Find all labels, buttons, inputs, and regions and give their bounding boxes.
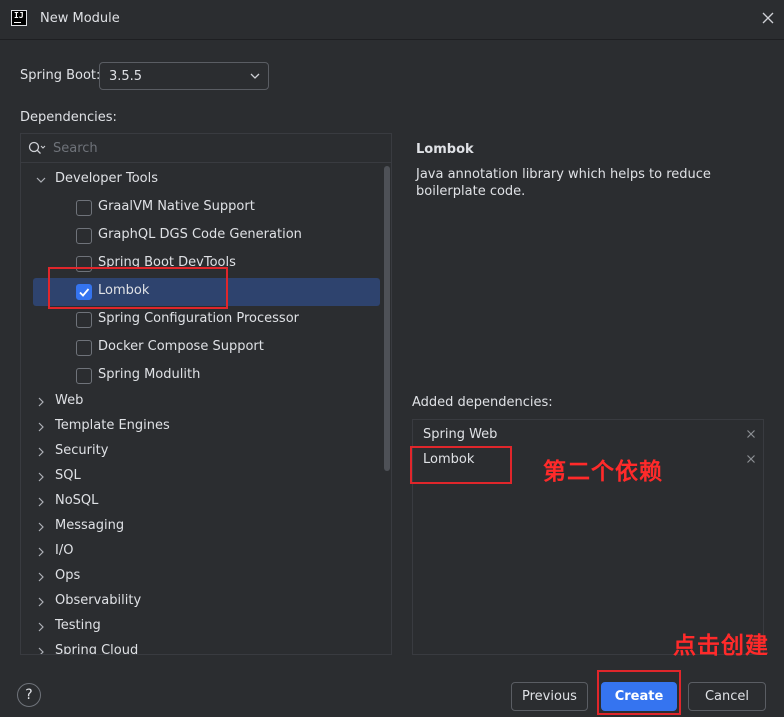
tree-group-label: Security [55,443,109,458]
tree-scrollbar[interactable] [383,164,391,604]
checkbox[interactable] [76,368,92,384]
dependencies-label: Dependencies: [20,110,117,125]
tree-group-label: Ops [55,568,81,583]
search-icon[interactable] [28,141,46,155]
spring-boot-version-value: 3.5.5 [109,69,143,84]
chevron-right-icon[interactable] [36,472,46,482]
tree-item-graalvm[interactable]: GraalVM Native Support [21,194,381,222]
highlight-box-added-lombok [410,446,512,484]
dependency-tree-panel: Developer Tools GraalVM Native Support G… [20,133,392,655]
dependency-description-title: Lombok [416,142,474,157]
tree-group-security[interactable]: Security [21,438,381,466]
remove-icon[interactable] [746,454,756,464]
tree-group-ops[interactable]: Ops [21,563,381,591]
help-button[interactable]: ? [17,683,41,707]
chevron-right-icon[interactable] [36,647,46,655]
scrollbar-thumb[interactable] [384,166,390,471]
tree-item-config-processor[interactable]: Spring Configuration Processor [21,306,381,334]
tree-group-label: Template Engines [55,418,170,433]
tree-group-sql[interactable]: SQL [21,463,381,491]
annotation-second-dependency: 第二个依赖 [543,459,663,485]
tree-group-messaging[interactable]: Messaging [21,513,381,541]
annotation-click-create: 点击创建 [673,633,769,659]
chevron-down-icon [250,73,260,79]
tree-group-label: Observability [55,593,142,608]
tree-item-modulith[interactable]: Spring Modulith [21,362,381,390]
tree-item-label: Docker Compose Support [98,339,264,354]
checkbox[interactable] [76,228,92,244]
tree-group-label: NoSQL [55,493,99,508]
tree-group-label: Testing [55,618,101,633]
spring-boot-version-select[interactable]: 3.5.5 [99,62,269,90]
chevron-right-icon[interactable] [36,547,46,557]
checkbox[interactable] [76,312,92,328]
chevron-right-icon[interactable] [36,447,46,457]
tree-item-label: Spring Configuration Processor [98,311,299,326]
tree-item-label: GraalVM Native Support [98,199,255,214]
tree-item-graphql-dgs[interactable]: GraphQL DGS Code Generation [21,222,381,250]
added-dependencies-label: Added dependencies: [412,395,553,410]
highlight-box-create [597,670,681,715]
chevron-right-icon[interactable] [36,572,46,582]
tree-group-spring-cloud[interactable]: Spring Cloud [21,638,381,655]
cancel-button[interactable]: Cancel [688,682,766,711]
dependency-description-text: Java annotation library which helps to r… [416,167,711,199]
tree-item-label: GraphQL DGS Code Generation [98,227,302,242]
tree-group-developer-tools[interactable]: Developer Tools [21,166,381,194]
remove-icon[interactable] [746,429,756,439]
chevron-right-icon[interactable] [36,622,46,632]
tree-group-label: SQL [55,468,81,483]
window-title: New Module [40,11,120,26]
search-bar [21,134,391,163]
chevron-right-icon[interactable] [36,397,46,407]
chevron-right-icon[interactable] [36,522,46,532]
chevron-right-icon[interactable] [36,497,46,507]
tree-group-testing[interactable]: Testing [21,613,381,641]
previous-button[interactable]: Previous [511,682,588,711]
added-dependency-item: Spring Web [423,427,498,442]
tree-group-web[interactable]: Web [21,388,381,416]
tree-group-io[interactable]: I/O [21,538,381,566]
search-input[interactable] [53,138,373,158]
tree-group-observability[interactable]: Observability [21,588,381,616]
chevron-right-icon[interactable] [36,597,46,607]
tree-group-label: Messaging [55,518,125,533]
spring-boot-label: Spring Boot: [20,68,101,83]
close-window-icon[interactable] [761,11,775,25]
chevron-right-icon[interactable] [36,422,46,432]
tree-group-label: Developer Tools [55,171,159,186]
highlight-box-lombok [48,267,228,309]
tree-group-label: Web [55,393,84,408]
tree-group-label: Spring Cloud [55,643,139,655]
intellij-logo-icon: IJ [11,10,27,26]
title-bar: IJ New Module [0,0,784,40]
tree-item-label: Spring Modulith [98,367,201,382]
checkbox[interactable] [76,200,92,216]
tree-group-label: I/O [55,543,74,558]
chevron-down-icon[interactable] [36,175,46,185]
tree-group-nosql[interactable]: NoSQL [21,488,381,516]
tree-item-docker-compose[interactable]: Docker Compose Support [21,334,381,362]
checkbox[interactable] [76,340,92,356]
tree-group-template-engines[interactable]: Template Engines [21,413,381,441]
